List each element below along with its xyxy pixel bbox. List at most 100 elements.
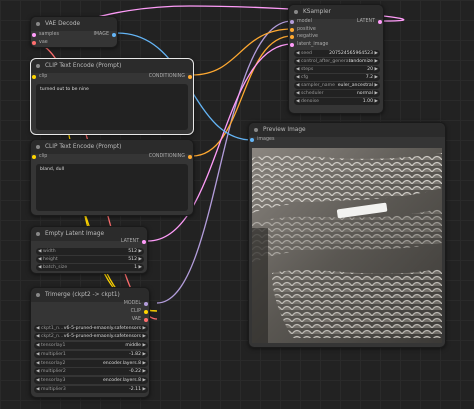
image-pin-icon[interactable] (112, 33, 116, 37)
increment-arrow-icon[interactable]: ▶ (143, 333, 146, 340)
model-pin-icon[interactable] (144, 302, 148, 306)
image-pin-icon[interactable] (250, 138, 254, 142)
collapse-dot-icon[interactable] (36, 293, 40, 297)
trimerge-node[interactable]: Trimerge (ckpt2 -> ckpt1) MODEL CLIP VAE… (30, 287, 150, 398)
input-images[interactable]: images (249, 137, 274, 143)
clip-neg-title[interactable]: CLIP Text Encode (Prompt) (31, 140, 193, 154)
increment-arrow-icon[interactable]: ▶ (143, 377, 146, 384)
collapse-dot-icon[interactable] (294, 10, 298, 14)
latent-pin-icon[interactable] (142, 240, 146, 244)
widget-tensorlay1[interactable]: ◀ tensorlay1 middle ▶ (34, 342, 148, 349)
trimerge-title[interactable]: Trimerge (ckpt2 -> ckpt1) (31, 288, 149, 302)
increment-arrow-icon[interactable]: ▶ (375, 98, 378, 105)
widget-multiplier2[interactable]: ◀ multiplier2 -0.22 ▶ (34, 368, 148, 375)
latent-pin-icon[interactable] (290, 43, 294, 47)
decrement-arrow-icon[interactable]: ◀ (38, 248, 41, 255)
increment-arrow-icon[interactable]: ▶ (143, 368, 146, 375)
increment-arrow-icon[interactable]: ▶ (375, 74, 378, 81)
ksampler-title[interactable]: KSampler (289, 5, 383, 19)
increment-arrow-icon[interactable]: ▶ (143, 360, 146, 367)
widget-tensorlay3[interactable]: ◀ tensorlay3 encoder.layers.8 ▶ (34, 377, 148, 384)
output-model[interactable]: MODEL (124, 301, 149, 307)
input-vae[interactable]: vae (31, 40, 48, 46)
decrement-arrow-icon[interactable]: ◀ (36, 333, 39, 340)
decrement-arrow-icon[interactable]: ◀ (296, 74, 299, 81)
vae-pin-icon[interactable] (32, 41, 36, 45)
decrement-arrow-icon[interactable]: ◀ (38, 264, 41, 271)
clip-pin-icon[interactable] (32, 155, 36, 159)
widget-batch-size[interactable]: ◀ batch_size 1 ▶ (36, 264, 144, 271)
widget-denoise[interactable]: ◀ denoise 1.00 ▶ (294, 98, 380, 105)
widget-multiplier3[interactable]: ◀ multiplier3 -2.11 ▶ (34, 386, 148, 393)
increment-arrow-icon[interactable]: ▶ (375, 66, 378, 73)
prompt-text-area[interactable]: bland, dull (36, 164, 188, 211)
output-vae[interactable]: VAE (132, 317, 149, 323)
widget-width[interactable]: ◀ width 512 ▶ (36, 248, 144, 255)
decrement-arrow-icon[interactable]: ◀ (296, 82, 299, 89)
increment-arrow-icon[interactable]: ▶ (375, 82, 378, 89)
conditioning-pin-icon[interactable] (290, 28, 294, 32)
vae-decode-node[interactable]: VAE Decode samples vae IMAGE (30, 16, 118, 48)
generated-preview-image[interactable] (252, 148, 442, 343)
widget-ckpt2-name[interactable]: ◀ ckpt2_n... v6-5-pruned-emaonly.safetenso… (34, 333, 148, 340)
increment-arrow-icon[interactable]: ▶ (143, 351, 146, 358)
decrement-arrow-icon[interactable]: ◀ (296, 98, 299, 105)
increment-arrow-icon[interactable]: ▶ (143, 386, 146, 393)
collapse-dot-icon[interactable] (36, 145, 40, 149)
clip-pin-icon[interactable] (32, 75, 36, 79)
clip-pos-title[interactable]: CLIP Text Encode (Prompt) (31, 59, 193, 73)
widget-scheduler[interactable]: ◀ scheduler normal ▶ (294, 90, 380, 97)
input-positive[interactable]: positive (289, 27, 316, 33)
model-pin-icon[interactable] (290, 20, 294, 24)
increment-arrow-icon[interactable]: ▶ (139, 264, 142, 271)
collapse-dot-icon[interactable] (36, 64, 40, 68)
input-clip[interactable]: clip (31, 74, 47, 80)
vae-pin-icon[interactable] (144, 318, 148, 322)
decrement-arrow-icon[interactable]: ◀ (36, 368, 39, 375)
conditioning-pin-icon[interactable] (188, 75, 192, 79)
widget-height[interactable]: ◀ height 512 ▶ (36, 256, 144, 263)
input-model[interactable]: model (289, 19, 312, 25)
conditioning-pin-icon[interactable] (188, 155, 192, 159)
clip-text-encode-negative-node[interactable]: CLIP Text Encode (Prompt) clip CONDITION… (30, 139, 194, 216)
decrement-arrow-icon[interactable]: ◀ (36, 351, 39, 358)
increment-arrow-icon[interactable]: ▶ (375, 90, 378, 97)
decrement-arrow-icon[interactable]: ◀ (38, 256, 41, 263)
ksampler-node[interactable]: KSampler model positive negative latent_… (288, 4, 384, 114)
decrement-arrow-icon[interactable]: ◀ (36, 342, 39, 349)
decrement-arrow-icon[interactable]: ◀ (296, 66, 299, 73)
increment-arrow-icon[interactable]: ▶ (375, 50, 378, 57)
decrement-arrow-icon[interactable]: ◀ (296, 90, 299, 97)
widget-tensorlay2[interactable]: ◀ tensorlay2 encoder.layers.8 ▶ (34, 360, 148, 367)
preview-image-title[interactable]: Preview Image (249, 123, 445, 137)
clip-pin-icon[interactable] (144, 310, 148, 314)
increment-arrow-icon[interactable]: ▶ (139, 256, 142, 263)
output-image[interactable]: IMAGE (94, 32, 118, 38)
output-clip[interactable]: CLIP (131, 309, 149, 315)
collapse-dot-icon[interactable] (36, 22, 40, 26)
increment-arrow-icon[interactable]: ▶ (375, 58, 378, 65)
decrement-arrow-icon[interactable]: ◀ (36, 360, 39, 367)
input-negative[interactable]: negative (289, 34, 318, 40)
widget-multiplier1[interactable]: ◀ multiplier1 -1.82 ▶ (34, 351, 148, 358)
conditioning-pin-icon[interactable] (290, 35, 294, 39)
increment-arrow-icon[interactable]: ▶ (139, 248, 142, 255)
widget-cfg[interactable]: ◀ cfg 7.2 ▶ (294, 74, 380, 81)
widget-steps[interactable]: ◀ steps 20 ▶ (294, 66, 380, 73)
output-latent[interactable]: LATENT (121, 239, 147, 245)
empty-latent-image-node[interactable]: Empty Latent Image LATENT ◀ width 512 ▶ ◀ he… (30, 226, 148, 274)
collapse-dot-icon[interactable] (254, 128, 258, 132)
input-samples[interactable]: samples (31, 32, 59, 38)
widget-control-after-generate[interactable]: ◀ control_after_generate randomize ▶ (294, 58, 380, 65)
collapse-dot-icon[interactable] (36, 232, 40, 236)
output-latent[interactable]: LATENT (357, 19, 383, 25)
output-conditioning[interactable]: CONDITIONING (149, 154, 193, 160)
vae-decode-title[interactable]: VAE Decode (31, 17, 117, 31)
prompt-text-area[interactable]: turned out to be nine (36, 84, 188, 130)
increment-arrow-icon[interactable]: ▶ (143, 342, 146, 349)
decrement-arrow-icon[interactable]: ◀ (36, 386, 39, 393)
increment-arrow-icon[interactable]: ▶ (143, 325, 146, 332)
decrement-arrow-icon[interactable]: ◀ (36, 325, 39, 332)
preview-image-node[interactable]: Preview Image images (248, 122, 446, 348)
widget-seed[interactable]: ◀ seed 207524565964523 ▶ (294, 50, 380, 57)
